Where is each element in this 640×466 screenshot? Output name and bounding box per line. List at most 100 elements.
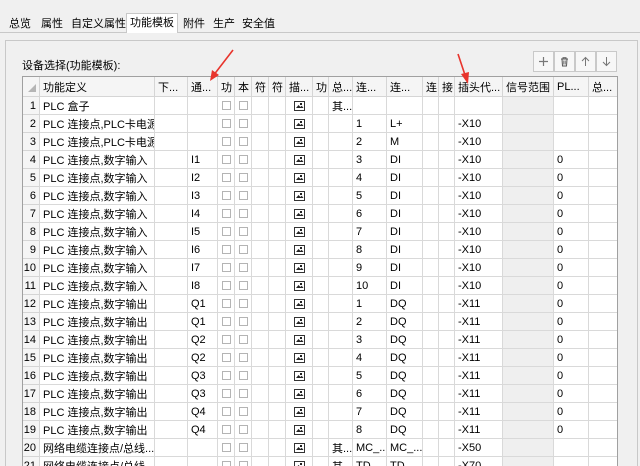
function-definition-cell[interactable]: PLC 连接点,数字输出 [39,294,155,313]
checkbox[interactable] [238,389,248,399]
table-row[interactable]: 7 PLC 连接点,数字输入 I4 6 DI -X10 0 [23,204,617,223]
cell[interactable] [312,330,329,349]
table-row[interactable]: 15 PLC 连接点,数字输出 Q2 4 DQ -X11 0 [23,348,617,367]
channel-cell[interactable] [187,96,218,115]
move-up-button[interactable] [575,51,596,72]
row-number[interactable]: 4 [23,150,40,169]
checkbox-cell[interactable] [234,402,252,421]
connection-label-cell[interactable]: DQ [386,420,423,439]
row-number[interactable]: 21 [23,456,40,466]
checkbox[interactable] [221,137,231,147]
checkbox-cell[interactable] [234,456,252,466]
cell[interactable] [422,420,439,439]
function-definition-cell[interactable]: PLC 连接点,数字输入 [39,258,155,277]
table-row[interactable]: 17 PLC 连接点,数字输出 Q3 6 DQ -X11 0 [23,384,617,403]
cell[interactable] [251,258,269,277]
cell[interactable] [422,258,439,277]
row-number[interactable]: 10 [23,258,40,277]
function-definition-cell[interactable]: PLC 连接点,数字输入 [39,204,155,223]
checkbox[interactable] [221,317,231,327]
description-cell[interactable] [285,330,313,349]
channel-cell[interactable]: I3 [187,186,218,205]
checkbox[interactable] [221,299,231,309]
total-cell[interactable] [328,240,353,259]
connection-label-cell[interactable]: DI [386,150,423,169]
column-header[interactable]: 功 [217,77,235,97]
cell[interactable] [251,330,269,349]
cell[interactable] [154,456,188,466]
plug-code-cell[interactable]: -X10 [454,168,503,187]
table-row[interactable]: 10 PLC 连接点,数字输入 I7 9 DI -X10 0 [23,258,617,277]
signal-range-cell[interactable] [502,402,554,421]
description-cell[interactable] [285,168,313,187]
channel-cell[interactable]: Q3 [187,384,218,403]
signal-range-cell[interactable] [502,276,554,295]
cell[interactable] [588,330,617,349]
checkbox[interactable] [221,443,231,453]
connection-cell[interactable]: 6 [352,204,387,223]
cell[interactable] [422,114,439,133]
table-row[interactable]: 19 PLC 连接点,数字输出 Q4 8 DQ -X11 0 [23,420,617,439]
cell[interactable] [422,276,439,295]
row-number[interactable]: 18 [23,402,40,421]
row-number[interactable]: 15 [23,348,40,367]
pl-cell[interactable]: 0 [553,222,589,241]
cell[interactable] [312,456,329,466]
cell[interactable] [438,330,455,349]
column-header[interactable]: 连 [422,77,439,97]
checkbox-cell[interactable] [217,132,235,151]
cell[interactable] [154,96,188,115]
checkbox-cell[interactable] [217,384,235,403]
cell[interactable] [251,150,269,169]
checkbox-cell[interactable] [234,168,252,187]
checkbox[interactable] [238,119,248,129]
connection-label-cell[interactable]: DQ [386,294,423,313]
plug-code-cell[interactable]: -X11 [454,294,503,313]
cell[interactable] [251,186,269,205]
column-header[interactable]: 描... [285,77,313,97]
cell[interactable] [251,456,269,466]
checkbox[interactable] [221,407,231,417]
cell[interactable] [588,186,617,205]
cell[interactable] [588,456,617,466]
checkbox-cell[interactable] [217,96,235,115]
tab-production[interactable]: 生产 [213,15,235,33]
cell[interactable] [154,150,188,169]
cell[interactable] [312,276,329,295]
signal-range-cell[interactable] [502,348,554,367]
checkbox[interactable] [221,245,231,255]
connection-label-cell[interactable]: DQ [386,402,423,421]
description-cell[interactable] [285,240,313,259]
cell[interactable] [588,348,617,367]
channel-cell[interactable] [187,438,218,457]
cell[interactable] [251,204,269,223]
cell[interactable] [251,420,269,439]
cell[interactable] [154,384,188,403]
plug-code-cell[interactable]: -X11 [454,402,503,421]
checkbox[interactable] [221,425,231,435]
function-definition-cell[interactable]: PLC 连接点,数字输出 [39,330,155,349]
cell[interactable] [312,402,329,421]
row-number[interactable]: 2 [23,114,40,133]
connection-cell[interactable]: 4 [352,348,387,367]
cell[interactable] [588,312,617,331]
row-number[interactable]: 9 [23,240,40,259]
total-cell[interactable]: 其... [328,438,353,457]
cell[interactable] [312,258,329,277]
connection-label-cell[interactable]: DQ [386,312,423,331]
description-cell[interactable] [285,132,313,151]
connection-label-cell[interactable]: DI [386,204,423,223]
total-cell[interactable] [328,258,353,277]
checkbox-cell[interactable] [234,132,252,151]
channel-cell[interactable]: I2 [187,168,218,187]
connection-cell[interactable]: 5 [352,366,387,385]
cell[interactable] [422,456,439,466]
description-cell[interactable] [285,96,313,115]
row-number[interactable]: 1 [23,96,40,115]
connection-cell[interactable]: 4 [352,168,387,187]
function-definition-cell[interactable]: PLC 连接点,数字输入 [39,276,155,295]
plug-code-cell[interactable]: -X50 [454,438,503,457]
checkbox[interactable] [221,281,231,291]
channel-cell[interactable]: I7 [187,258,218,277]
cell[interactable] [154,276,188,295]
